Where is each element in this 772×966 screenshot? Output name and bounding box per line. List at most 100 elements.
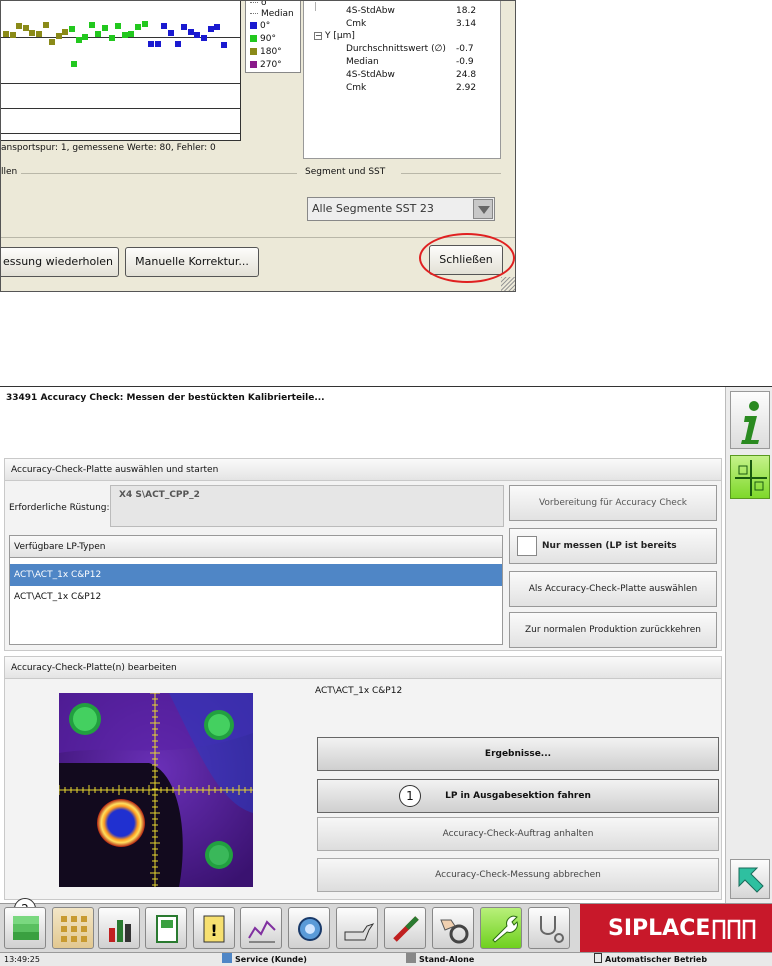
pause-job-button[interactable]: Accuracy-Check-Auftrag anhalten [317,817,719,851]
data-point [187,29,194,36]
repeat-measurement-button[interactable]: essung wiederholen [1,247,119,277]
navigate-button[interactable] [730,859,770,899]
data-point [55,32,62,39]
data-point [201,34,207,41]
trend-button[interactable] [240,907,282,949]
data-point [121,32,128,39]
camera-icon [298,917,322,941]
group-divider [21,173,297,174]
line-chart-icon [248,920,276,943]
statistics-tree[interactable]: | 4S-StdAbw 18.2 Cmk 3.14 − Y [µm] Durchs… [303,1,501,159]
statistics-button[interactable] [98,907,140,949]
resize-grip-icon[interactable] [501,277,515,291]
tree-item-value: 2.92 [456,83,477,93]
measure-only-checkbox[interactable]: Nur messen (LP ist bereits bestückt) [509,528,717,585]
warnings-button[interactable]: ! [193,907,235,949]
list-item[interactable]: ACT\ACT_1x C&P12 [10,586,502,608]
segment-select[interactable]: Alle Segmente SST 23 [307,197,495,221]
data-point [154,41,161,48]
tree-item-value: 3.14 [456,19,477,29]
status-mode: Stand-Alone [406,953,474,966]
tree-node-y[interactable]: − Y [µm] [314,30,355,42]
list-item[interactable]: ACT\ACT_1x C&P12 [10,564,502,586]
data-point [71,61,77,67]
data-point [62,29,69,36]
panel-header: Accuracy-Check-Platte(n) bearbeiten [5,657,721,679]
svg-text:!: ! [210,921,217,940]
feeder-icon [156,915,178,943]
data-point [29,29,36,36]
tree-item-value: -0.9 [456,57,474,67]
manual-mode-button[interactable] [432,907,474,949]
status-time: 13:49:25 [4,955,40,964]
tree-item-label: Durchschnittswert (∅) [346,44,446,54]
plate-name: ACT\ACT_1x C&P12 [315,686,403,696]
feeder-button[interactable] [145,907,187,949]
camera-image-svg [59,693,253,887]
data-point [16,22,23,29]
lp-types-list[interactable]: Verfügbare LP-Typen ACT\ACT_1x C&P12 ACT… [9,535,503,645]
cancel-measurement-button[interactable]: Accuracy-Check-Messung abbrechen [317,858,719,892]
edit-plates-panel: Accuracy-Check-Platte(n) bearbeiten ACT\… [4,656,722,900]
list-header: Verfügbare LP-Typen [10,536,502,558]
data-point [194,32,201,39]
data-point [49,39,56,46]
callout-1: 1 [399,785,421,807]
bar-chart-icon [109,920,131,942]
placement-button[interactable] [52,907,94,949]
maintenance-button[interactable] [336,907,378,949]
select-plate-button[interactable]: Als Accuracy-Check-Platte auswählen [509,571,717,607]
dropdown-arrow-icon[interactable] [473,199,493,219]
data-point [22,25,29,32]
bottom-taskbar: 2 ! SIPLACE [0,898,772,953]
group-divider [401,173,501,174]
data-point [102,25,108,32]
line-swatch [250,2,258,3]
legend-item: Median [250,9,294,20]
grid-line [1,108,241,109]
legend-item: 180° [250,47,282,58]
accuracy-check-tool-button[interactable] [730,455,770,499]
diagnostics-button[interactable] [528,907,570,949]
machine-icon [406,953,416,963]
manual-correction-button[interactable]: Manuelle Korrektur... [125,247,259,277]
prepare-accuracy-check-button[interactable]: Vorbereitung für Accuracy Check [509,485,717,521]
panel-header: Accuracy-Check-Platte auswählen und star… [5,459,721,481]
tree-item-value: 24.8 [456,70,477,80]
oil-can-icon [344,923,375,941]
legend-item: 90° [250,34,276,45]
warning-document-icon: ! [203,915,225,943]
data-point [161,22,168,29]
data-point [128,30,135,37]
plot-legend: σ Median 0° 90° 180° 270° [245,1,301,73]
scatter-plot [1,1,241,141]
tree-item-label: 4S-StdAbw [346,70,395,80]
collapse-icon[interactable]: − [314,32,322,40]
tools-button[interactable] [384,907,426,949]
accuracy-check-window: 33491 Accuracy Check: Messen der bestück… [0,386,772,966]
data-point [36,31,42,38]
info-button[interactable] [730,391,770,449]
data-point [135,23,141,30]
logo-mark-icon [712,919,756,939]
camera-image [59,693,253,887]
wrench-icon [492,915,518,943]
user-icon [222,953,232,963]
hand-gear-icon [440,919,469,944]
vision-button[interactable] [288,907,330,949]
checkbox-icon[interactable] [517,536,537,556]
service-button[interactable] [480,907,522,949]
data-point [220,41,227,48]
data-point [181,24,188,31]
data-point [174,41,181,48]
back-to-production-button[interactable]: Zur normalen Produktion zurückkehren [509,612,717,648]
legend-item: 0° [250,21,270,32]
setup-label: Erforderliche Rüstung: [9,503,110,513]
move-to-output-button[interactable]: LP in Ausgabesektion fahren [317,779,719,813]
results-button[interactable]: Ergebnisse... [317,737,719,771]
boards-button[interactable] [4,907,46,949]
data-point [3,30,9,37]
color-swatch [250,61,257,68]
tree-item-label: Cmk [346,19,367,29]
legend-item: 270° [250,60,282,71]
